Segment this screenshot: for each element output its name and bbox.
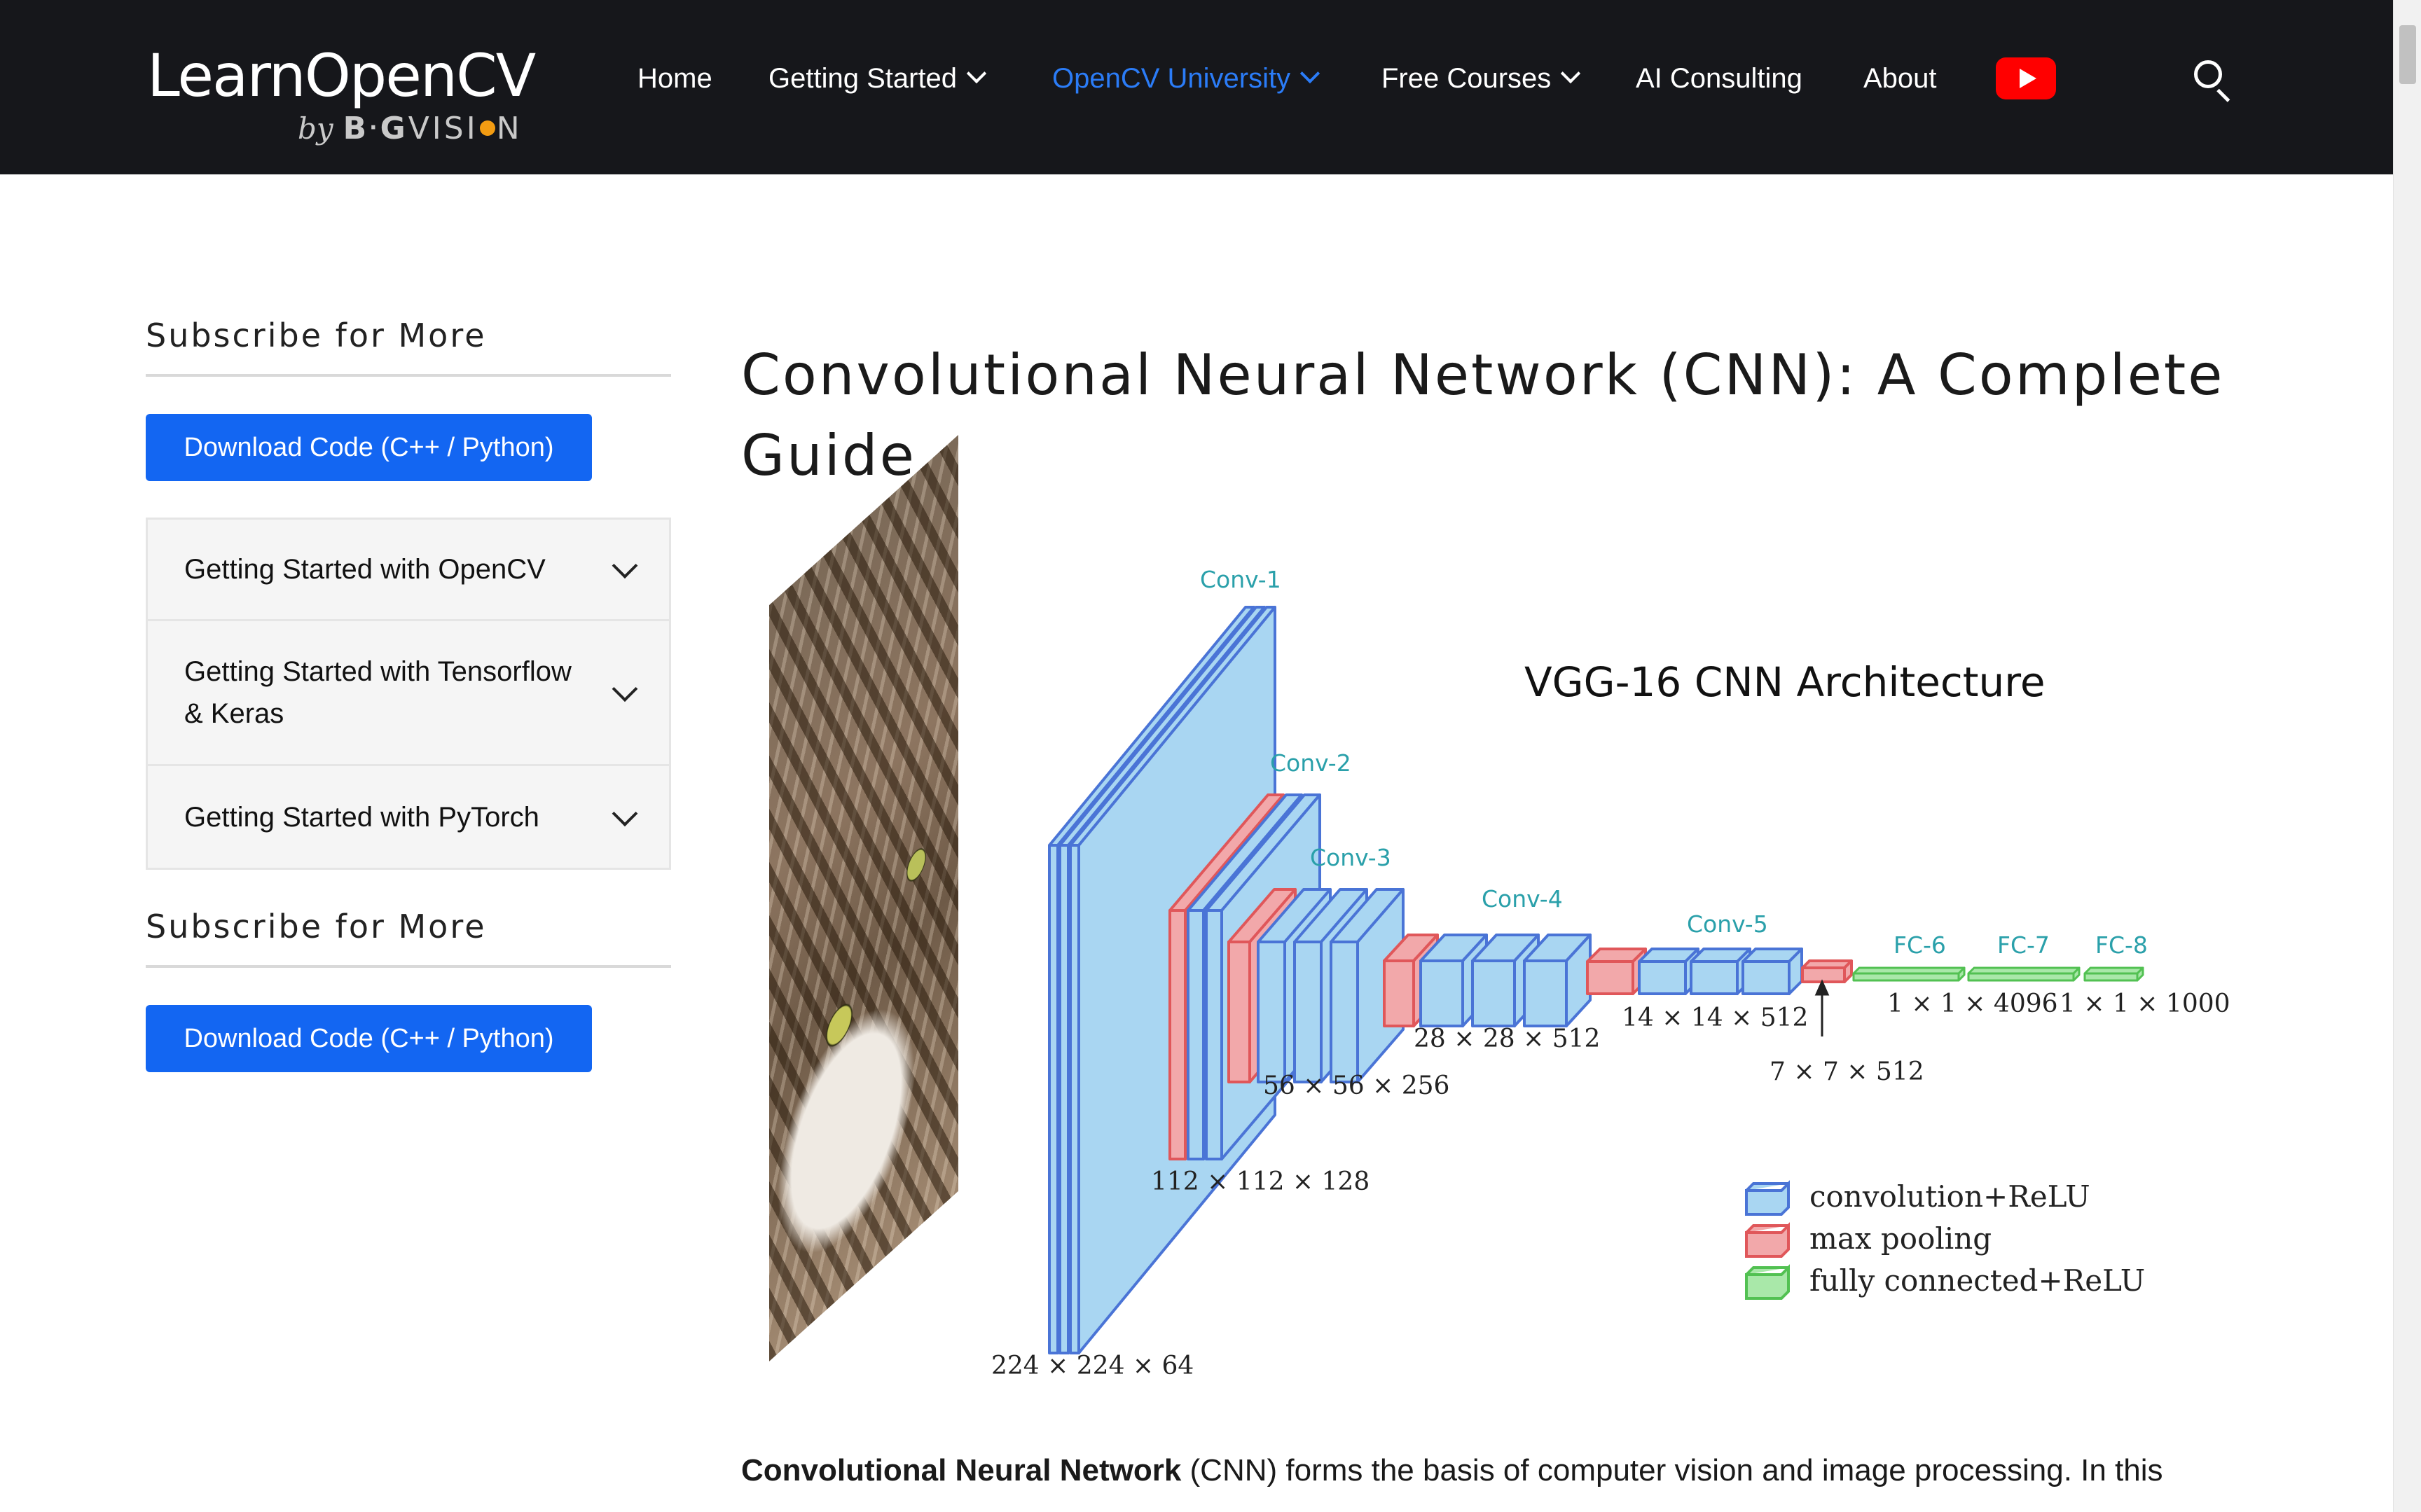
logo-byline: by B·GVISI N (298, 111, 523, 146)
conv-1-label: Conv-1 (1200, 566, 1281, 593)
legend-max-pooling: max pooling (1809, 1221, 1992, 1256)
chevron-down-icon (966, 63, 987, 84)
intro-bold-term: Convolutional Neural Network (741, 1453, 1182, 1487)
logo-wordmark: LearnOpenCV (147, 41, 536, 110)
nav-home[interactable]: Home (637, 59, 712, 98)
dim-conv-4: 28 × 28 × 512 (1414, 1025, 1601, 1053)
youtube-icon[interactable] (1996, 57, 2056, 99)
subscribe-heading: Subscribe for More (146, 908, 671, 968)
dim-conv-2: 112 × 112 × 128 (1151, 1167, 1370, 1196)
top-navigation-bar: LearnOpenCV by B·GVISI N Home Getting Star… (0, 0, 2393, 174)
subscribe-heading: Subscribe for More (146, 317, 671, 377)
vgg16-architecture-figure: VGG-16 CNN Architecture Conv-1 Conv-2 Co… (741, 434, 2230, 1394)
chevron-down-icon (612, 800, 638, 826)
fc-8-label: FC-8 (2095, 931, 2148, 959)
logo-eye-dot (479, 120, 495, 136)
nav-about[interactable]: About (1863, 59, 1937, 98)
fc-8-block (2083, 966, 2144, 982)
conv-4-label: Conv-4 (1482, 885, 1563, 913)
dim-conv-1: 224 × 224 × 64 (991, 1352, 1194, 1380)
nav-ai-consulting[interactable]: AI Consulting (1636, 59, 1802, 98)
figure-title: VGG-16 CNN Architecture (1524, 658, 2046, 706)
fc-7-label: FC-7 (1997, 931, 2050, 959)
conv-5-block-b (1690, 948, 1751, 995)
pool-4-block (1586, 948, 1647, 995)
dim-fc-6-7: 1 × 1 × 4096 (1887, 990, 2058, 1018)
accordion-item-pytorch[interactable]: Getting Started with PyTorch (148, 766, 669, 868)
dim-conv-5: 14 × 14 × 512 (1622, 1004, 1809, 1032)
accordion-item-tensorflow-keras[interactable]: Getting Started with Tensorflow & Keras (148, 621, 669, 766)
conv-5-label: Conv-5 (1687, 910, 1768, 938)
page-title: Convolutional Neural Network (CNN): A Co… (741, 342, 2225, 488)
conv-5-block-a (1638, 948, 1699, 995)
fc-6-block (1852, 966, 1966, 982)
conv-4-block-c (1523, 934, 1592, 1027)
dim-conv-3: 56 × 56 × 256 (1263, 1071, 1450, 1100)
page-scrollbar[interactable] (2393, 0, 2421, 1512)
conv-3-label: Conv-3 (1310, 844, 1391, 871)
intro-paragraph: Convolutional Neural Network (CNN) forms… (741, 1453, 2163, 1487)
fc-7-block (1967, 966, 2081, 982)
download-code-button[interactable]: Download Code (C++ / Python) (146, 1005, 592, 1072)
legend-convolution: convolution+ReLU (1809, 1179, 2090, 1214)
chevron-down-icon (612, 676, 638, 702)
pool5-arrow (1814, 979, 1830, 1036)
pool-5-block (1801, 959, 1853, 983)
accordion-item-opencv[interactable]: Getting Started with OpenCV (148, 520, 669, 621)
dim-fc-8: 1 × 1 × 1000 (2060, 990, 2230, 1018)
learnopencv-logo[interactable]: LearnOpenCV by B·GVISI N (147, 41, 536, 146)
nav-opencv-university[interactable]: OpenCV University (1052, 59, 1320, 98)
download-code-button[interactable]: Download Code (C++ / Python) (146, 414, 592, 481)
chevron-down-icon (1561, 63, 1581, 84)
conv-5-block-c (1741, 948, 1803, 995)
chevron-down-icon (612, 553, 638, 579)
chevron-down-icon (1299, 63, 1320, 84)
course-accordion: Getting Started with OpenCV Getting Star… (146, 518, 671, 870)
scrollbar-thumb[interactable] (2399, 25, 2416, 84)
search-icon[interactable] (2191, 57, 2233, 102)
conv-2-label: Conv-2 (1270, 749, 1351, 777)
legend-fully-connected: fully connected+ReLU (1809, 1263, 2146, 1298)
nav-free-courses[interactable]: Free Courses (1381, 59, 1581, 98)
dim-pool-5: 7 × 7 × 512 (1770, 1057, 1924, 1086)
legend-swatches (1745, 1180, 1790, 1300)
fc-6-label: FC-6 (1894, 931, 1946, 959)
nav-getting-started[interactable]: Getting Started (768, 59, 987, 98)
